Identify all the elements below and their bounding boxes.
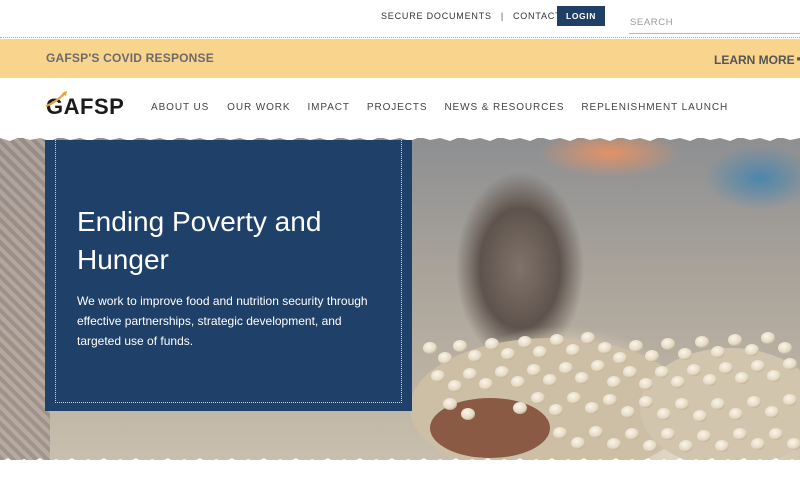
divider — [0, 37, 800, 38]
nav-item-about-us[interactable]: ABOUT US — [151, 102, 209, 113]
hero-description: We work to improve food and nutrition se… — [77, 294, 368, 348]
login-button[interactable]: LOGIN — [557, 6, 605, 26]
maize-kernels-illustration — [410, 332, 800, 460]
logo-swoosh-icon — [45, 91, 67, 108]
utility-separator: | — [500, 11, 504, 21]
main-nav: GAFSP ABOUT US OUR WORK IMPACT PROJECTS … — [0, 78, 800, 138]
gafsp-logo[interactable]: GAFSP — [45, 91, 124, 122]
covid-banner: GAFSP'S COVID RESPONSE LEARN MORE✚ — [0, 39, 800, 78]
hero-card: Ending Poverty and Hunger We work to imp… — [45, 140, 412, 411]
nav-item-our-work[interactable]: OUR WORK — [227, 102, 290, 113]
logo-wordmark: GAFSP — [45, 91, 124, 120]
utility-links: SECURE DOCUMENTS | CONTACT — [381, 11, 561, 21]
page-below-hero — [0, 466, 800, 480]
contact-link[interactable]: CONTACT — [513, 11, 561, 21]
nav-item-replenishment-launch[interactable]: REPLENISHMENT LAUNCH — [581, 102, 728, 113]
secure-documents-link[interactable]: SECURE DOCUMENTS — [381, 11, 492, 21]
search-input[interactable] — [629, 12, 800, 34]
utility-bar: SECURE DOCUMENTS | CONTACT LOGIN — [0, 0, 800, 38]
learn-more-label: LEARN MORE — [714, 53, 795, 67]
nav-menu: ABOUT US OUR WORK IMPACT PROJECTS NEWS &… — [151, 102, 728, 113]
nav-item-news-resources[interactable]: NEWS & RESOURCES — [444, 102, 564, 113]
nav-item-impact[interactable]: IMPACT — [307, 102, 349, 113]
hero-title: Ending Poverty and Hunger — [77, 206, 322, 275]
covid-response-link[interactable]: GAFSP'S COVID RESPONSE — [46, 51, 214, 65]
learn-more-link[interactable]: LEARN MORE✚ — [714, 51, 800, 68]
nav-item-projects[interactable]: PROJECTS — [367, 102, 428, 113]
hero-photo-fabric — [0, 138, 50, 460]
